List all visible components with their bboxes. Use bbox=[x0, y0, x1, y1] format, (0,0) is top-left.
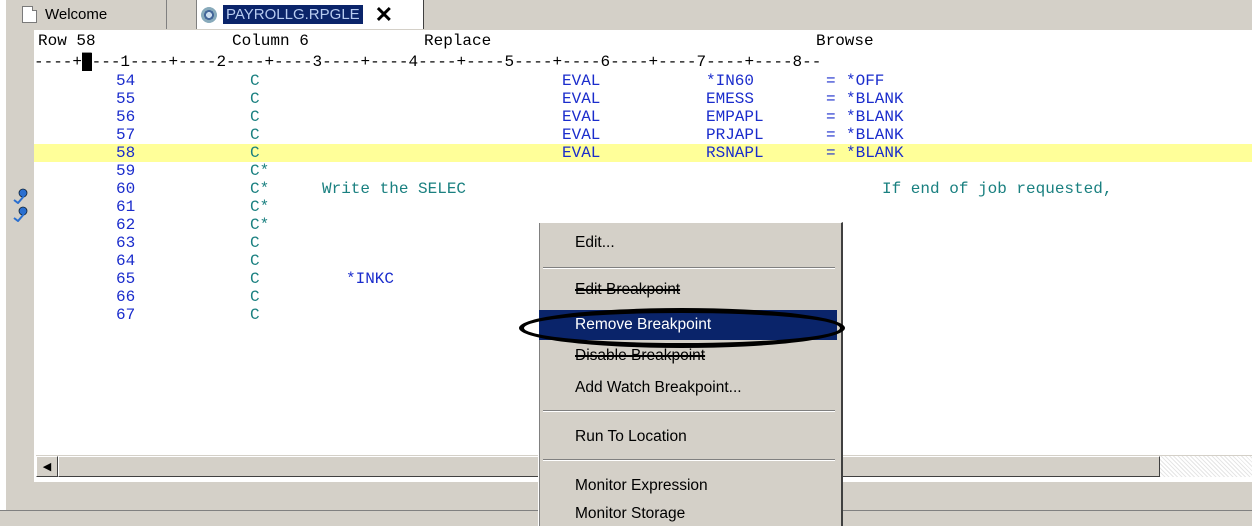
factor1: RSNAPL bbox=[706, 144, 764, 162]
editor-status-row: Row 58 Column 6 Replace Browse bbox=[34, 30, 1252, 52]
menu-item-label: Disable Breakpoint bbox=[575, 347, 706, 364]
factor1: EMESS bbox=[706, 90, 755, 108]
opcode: EVAL bbox=[562, 144, 601, 162]
spec-type: C bbox=[250, 72, 260, 90]
code-line[interactable]: 56 C EVAL EMPAPL = *BLANK bbox=[34, 108, 1252, 126]
code-line[interactable]: 60 C* Write the SELEC If end of job request… bbox=[34, 180, 1252, 198]
menu-item-label: Remove Breakpoint bbox=[575, 316, 712, 333]
spec-type: C bbox=[250, 108, 260, 126]
menu-item-label: Monitor Expression bbox=[575, 477, 708, 494]
menu-item-add-watch-breakpoint[interactable]: Add Watch Breakpoint... bbox=[539, 373, 837, 403]
breakpoint-icon[interactable] bbox=[12, 206, 30, 222]
menu-separator bbox=[543, 410, 835, 412]
code-line[interactable]: 54 C EVAL *IN60 = *OFF bbox=[34, 72, 1252, 90]
tab-payrollg[interactable]: PAYROLLG.RPGLE ✕ bbox=[196, 0, 424, 29]
line-number: 61 bbox=[116, 198, 136, 216]
code-line-current[interactable]: 58 C EVAL RSNAPL = *BLANK bbox=[34, 144, 1252, 162]
factor2: *BLANK bbox=[846, 90, 904, 108]
line-number: 64 bbox=[116, 252, 136, 270]
line-number: 56 bbox=[116, 108, 136, 126]
spec-type: C bbox=[250, 288, 260, 306]
opcode: EVAL bbox=[562, 126, 601, 144]
column-indicator: Column 6 bbox=[232, 32, 309, 50]
spec-type: C* bbox=[250, 198, 270, 216]
equals: = bbox=[826, 90, 836, 108]
factor2: *BLANK bbox=[846, 126, 904, 144]
spec-type: C bbox=[250, 270, 260, 288]
ruler-after: ---1----+----2----+----3----+----4----+-… bbox=[91, 53, 822, 71]
comment-text: If end of job requested, bbox=[882, 180, 1113, 198]
menu-item-edit-breakpoint[interactable]: Edit Breakpoint bbox=[539, 275, 837, 305]
gear-icon bbox=[201, 6, 217, 23]
opcode: EVAL bbox=[562, 72, 601, 90]
line-number: 62 bbox=[116, 216, 136, 234]
menu-item-edit[interactable]: Edit... bbox=[539, 228, 837, 258]
code-line[interactable]: 57 C EVAL PRJAPL = *BLANK bbox=[34, 126, 1252, 144]
line-number: 65 bbox=[116, 270, 136, 288]
spec-type: C bbox=[250, 306, 260, 324]
factor2: *OFF bbox=[846, 72, 885, 90]
ruler-cursor: █ bbox=[82, 53, 92, 71]
tab-payrollg-label: PAYROLLG.RPGLE bbox=[223, 5, 363, 24]
spec-type: C bbox=[250, 234, 260, 252]
scroll-left-arrow-icon[interactable]: ◀ bbox=[36, 456, 58, 477]
line-number: 54 bbox=[116, 72, 136, 90]
menu-item-remove-breakpoint[interactable]: Remove Breakpoint bbox=[539, 310, 837, 340]
menu-item-disable-breakpoint[interactable]: Disable Breakpoint bbox=[539, 341, 837, 371]
equals: = bbox=[826, 108, 836, 126]
opcode: EVAL bbox=[562, 108, 601, 126]
factor2: *BLANK bbox=[846, 144, 904, 162]
spec-type: C bbox=[250, 126, 260, 144]
opcode: EVAL bbox=[562, 90, 601, 108]
line-number: 59 bbox=[116, 162, 136, 180]
spec-type: C bbox=[250, 90, 260, 108]
factor1: *IN60 bbox=[706, 72, 755, 90]
tab-welcome[interactable]: Welcome bbox=[16, 0, 167, 29]
factor2: *BLANK bbox=[846, 108, 904, 126]
menu-separator bbox=[543, 267, 835, 269]
factor1: EMPAPL bbox=[706, 108, 764, 126]
menu-separator bbox=[543, 459, 835, 461]
indicator-keyword: *INKC bbox=[346, 270, 395, 288]
equals: = bbox=[826, 126, 836, 144]
line-number: 55 bbox=[116, 90, 136, 108]
line-number: 58 bbox=[116, 144, 136, 162]
menu-item-label: Edit Breakpoint bbox=[575, 281, 681, 298]
spec-type: C* bbox=[250, 180, 270, 198]
breakpoint-icon[interactable] bbox=[12, 188, 30, 204]
menu-item-label: Add Watch Breakpoint... bbox=[575, 379, 742, 396]
code-line[interactable]: 55 C EVAL EMESS = *BLANK bbox=[34, 90, 1252, 108]
equals: = bbox=[826, 144, 836, 162]
factor1: PRJAPL bbox=[706, 126, 764, 144]
equals: = bbox=[826, 72, 836, 90]
row-indicator: Row 58 bbox=[38, 32, 96, 50]
browse-mode: Browse bbox=[816, 32, 874, 50]
code-line[interactable]: 61 C* bbox=[34, 198, 1252, 216]
close-icon[interactable]: ✕ bbox=[375, 3, 393, 26]
editor-tab-bar: Welcome PAYROLLG.RPGLE ✕ bbox=[8, 0, 1252, 31]
code-line[interactable]: 59 C* bbox=[34, 162, 1252, 180]
menu-item-label: Run To Location bbox=[575, 428, 687, 445]
line-number: 66 bbox=[116, 288, 136, 306]
line-number: 57 bbox=[116, 126, 136, 144]
column-ruler: ----+█---1----+----2----+----3----+----4… bbox=[34, 52, 1252, 72]
spec-type: C* bbox=[250, 216, 270, 234]
menu-item-run-to-location[interactable]: Run To Location bbox=[539, 422, 837, 452]
tab-welcome-label: Welcome bbox=[45, 6, 108, 23]
context-menu: Edit... Edit Breakpoint Remove Breakpoin… bbox=[538, 222, 843, 526]
comment-text: Write the SELEC bbox=[322, 180, 467, 198]
scroll-track[interactable] bbox=[1160, 456, 1252, 477]
breakpoint-gutter[interactable] bbox=[8, 30, 34, 482]
edit-mode: Replace bbox=[424, 32, 492, 50]
spec-type: C* bbox=[250, 162, 270, 180]
spec-type: C bbox=[250, 252, 260, 270]
line-number: 63 bbox=[116, 234, 136, 252]
menu-item-label: Edit... bbox=[575, 234, 615, 251]
line-number: 67 bbox=[116, 306, 136, 324]
spec-type: C bbox=[250, 144, 260, 162]
document-icon bbox=[22, 6, 37, 23]
ruler-before: ----+ bbox=[34, 53, 83, 71]
menu-item-monitor-expression[interactable]: Monitor Expression bbox=[539, 471, 837, 501]
line-number: 60 bbox=[116, 180, 136, 198]
